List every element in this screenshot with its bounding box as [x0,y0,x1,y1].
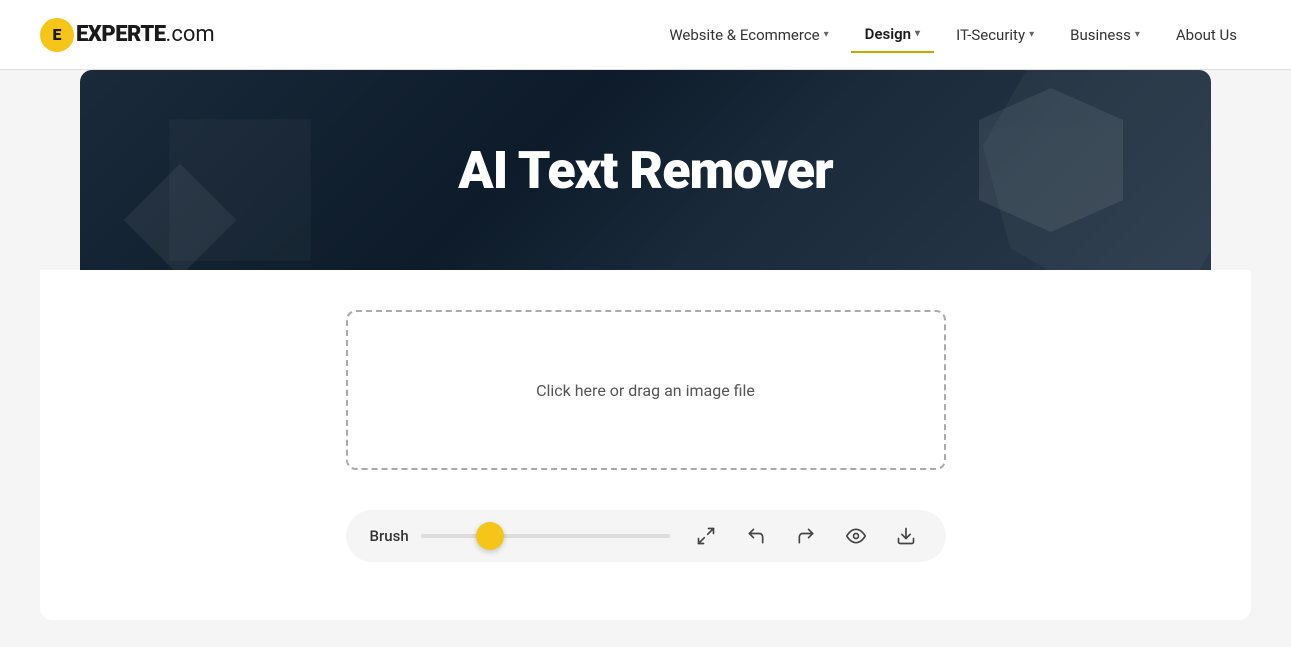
brush-label: Brush [370,527,409,545]
main-nav: Website & Ecommerce ▾ Design ▾ IT-Securi… [655,17,1251,53]
eye-icon[interactable] [840,520,872,552]
nav-item-website-ecommerce[interactable]: Website & Ecommerce ▾ [655,18,842,52]
toolbar: Brush [346,510,946,562]
nav-item-design[interactable]: Design ▾ [851,17,934,53]
logo-domain: .com [166,22,215,47]
brush-controls: Brush [370,527,670,545]
image-dropzone[interactable]: Click here or drag an image file [346,310,946,470]
chevron-down-icon: ▾ [915,28,920,39]
chevron-down-icon: ▾ [1135,29,1140,40]
main-content: Click here or drag an image file Brush [40,270,1251,620]
dropzone-label: Click here or drag an image file [536,381,755,400]
hero-decoration-1 [971,80,1131,240]
hero-decoration-2 [120,160,240,270]
undo-icon[interactable] [740,520,772,552]
slider-thumb[interactable] [476,522,504,550]
download-icon[interactable] [890,520,922,552]
page-title: AI Text Remover [458,140,833,201]
logo-brand: EXPERTE [76,22,166,47]
redo-icon[interactable] [790,520,822,552]
slider-track [421,534,670,538]
chevron-down-icon: ▾ [824,29,829,40]
nav-item-it-security[interactable]: IT-Security ▾ [942,18,1048,52]
logo-icon: E [40,18,74,52]
nav-item-about[interactable]: About Us [1162,18,1251,52]
logo-letter: E [53,25,62,44]
nav-item-business[interactable]: Business ▾ [1056,18,1154,52]
chevron-down-icon: ▾ [1029,29,1034,40]
brush-slider[interactable] [421,534,670,538]
expand-icon[interactable] [690,520,722,552]
hero-banner: AI Text Remover [80,70,1211,270]
header: E EXPERTE .com Website & Ecommerce ▾ Des… [0,0,1291,70]
logo[interactable]: E EXPERTE .com [40,18,215,52]
toolbar-actions [690,520,922,552]
